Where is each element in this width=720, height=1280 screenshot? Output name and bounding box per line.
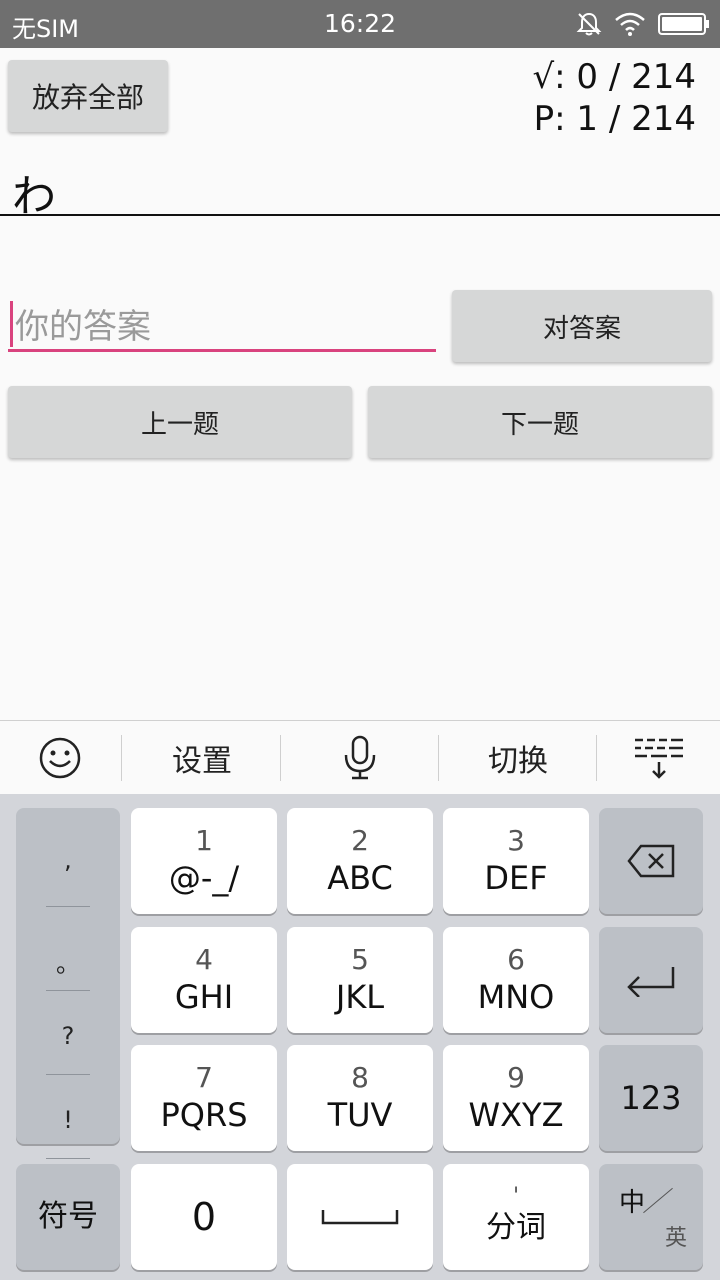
symbols-key-label: 符号 (38, 1199, 98, 1234)
lang-divider (643, 1187, 673, 1214)
score-panel: √: 0 / 214 P: 1 / 214 (532, 56, 696, 140)
enter-key[interactable] (599, 927, 703, 1033)
key-number: 5 (351, 943, 369, 976)
key-number: 1 (195, 824, 213, 857)
key-number: 7 (195, 1061, 213, 1094)
key-number: 0 (191, 1195, 217, 1239)
give-up-all-button[interactable]: 放弃全部 (8, 60, 168, 132)
voice-input-button[interactable] (282, 721, 438, 795)
status-icons (576, 10, 710, 38)
progress-count: P: 1 / 214 (533, 99, 696, 139)
toolbar-separator (438, 735, 439, 781)
language-switch-key[interactable]: 中 英 (599, 1164, 703, 1270)
switch-keyboard-button[interactable]: 切换 (440, 721, 596, 795)
key-letters: PQRS (160, 1096, 248, 1134)
next-question-button[interactable]: 下一题 (368, 386, 712, 458)
numbers-key-label: 123 (620, 1079, 682, 1117)
punct-period-key[interactable]: 。 (16, 944, 120, 979)
toolbar-separator (121, 735, 122, 781)
backspace-key[interactable] (599, 808, 703, 914)
previous-question-button[interactable]: 上一题 (8, 386, 352, 458)
key-7[interactable]: 7 PQRS (131, 1045, 277, 1151)
emoji-icon (39, 737, 81, 779)
key-4[interactable]: 4 GHI (131, 927, 277, 1033)
punct-question-key[interactable]: ? (16, 1022, 120, 1050)
key-1[interactable]: 1 @-_/ (131, 808, 277, 914)
key-5[interactable]: 5 JKL (287, 927, 433, 1033)
mute-bell-icon (576, 12, 602, 36)
microphone-icon (344, 735, 376, 780)
text-caret (10, 300, 13, 347)
key-number: 2 (351, 824, 369, 857)
key-letters: ABC (327, 859, 393, 897)
key-letters: JKL (335, 978, 385, 1016)
enter-icon (627, 967, 675, 997)
punctuation-column[interactable]: , 。 ? ! (16, 808, 120, 1159)
punct-comma-key[interactable]: , (16, 846, 120, 874)
emoji-button[interactable] (0, 721, 120, 795)
backspace-icon (627, 844, 675, 878)
key-number: 3 (507, 824, 525, 857)
fenci-mark: ' (512, 1184, 520, 1209)
answer-input[interactable]: 你的答案 (8, 298, 436, 352)
space-icon (321, 1210, 399, 1225)
key-letters: TUV (327, 1096, 393, 1134)
fenci-key[interactable]: ' 分词 (443, 1164, 589, 1270)
key-number: 6 (507, 943, 525, 976)
check-answer-button[interactable]: 对答案 (452, 290, 712, 362)
space-key[interactable] (287, 1164, 433, 1270)
punct-separator (46, 990, 90, 991)
key-letters: GHI (174, 978, 234, 1016)
toolbar-separator (280, 735, 281, 781)
punct-separator (46, 1074, 90, 1075)
key-number: 8 (351, 1061, 369, 1094)
correct-count: √: 0 / 214 (532, 57, 696, 97)
wifi-icon (615, 12, 645, 36)
key-6[interactable]: 6 MNO (443, 927, 589, 1033)
key-number: 9 (507, 1061, 525, 1094)
lang-primary: 中 (619, 1188, 646, 1218)
battery-icon (658, 13, 709, 35)
status-bar: 无SIM 16:22 (0, 0, 720, 48)
key-0[interactable]: 0 (131, 1164, 277, 1270)
settings-button[interactable]: 设置 (124, 721, 280, 795)
key-letters: WXYZ (468, 1096, 564, 1134)
key-letters: @-_/ (168, 859, 240, 897)
fenci-key-label: 分词 (486, 1210, 546, 1245)
key-letters: DEF (484, 859, 548, 897)
divider (0, 214, 720, 216)
symbols-key[interactable]: 符号 (16, 1164, 120, 1270)
key-8[interactable]: 8 TUV (287, 1045, 433, 1151)
toolbar-separator (596, 735, 597, 781)
key-2[interactable]: 2 ABC (287, 808, 433, 914)
punct-separator (46, 906, 90, 907)
keyboard-toolbar: 设置 切换 (0, 720, 720, 794)
key-3[interactable]: 3 DEF (443, 808, 589, 914)
lang-secondary: 英 (664, 1226, 687, 1251)
answer-placeholder: 你的答案 (15, 307, 151, 347)
numbers-key[interactable]: 123 (599, 1045, 703, 1151)
key-number: 4 (195, 943, 213, 976)
key-9[interactable]: 9 WXYZ (443, 1045, 589, 1151)
collapse-keyboard-icon (635, 738, 683, 779)
collapse-keyboard-button[interactable] (598, 721, 720, 795)
keyboard: , 。 ? ! 1 @-_/ 2 ABC 3 DEF 4 GHI 5 JKL 6 (0, 794, 720, 1280)
punct-separator (46, 1158, 90, 1159)
key-letters: MNO (477, 978, 555, 1016)
punct-exclaim-key[interactable]: ! (16, 1106, 120, 1134)
